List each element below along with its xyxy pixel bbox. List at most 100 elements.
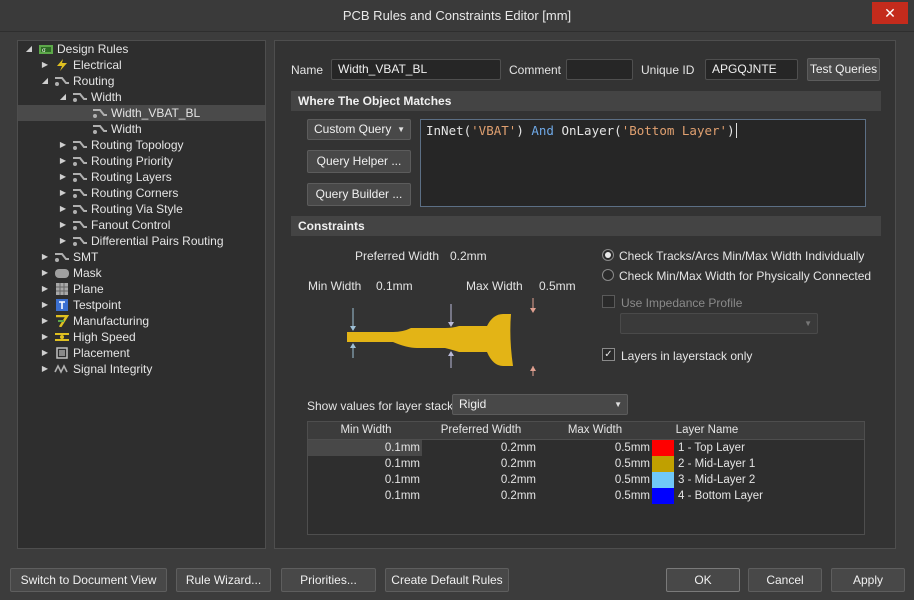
layer-width-grid[interactable]: Min Width Preferred Width Max Width Laye… bbox=[307, 421, 865, 535]
radio-check-individually[interactable] bbox=[602, 249, 614, 261]
collapsed-arrow-icon[interactable]: ▶ bbox=[58, 201, 68, 217]
column-header-layer-name[interactable]: Layer Name bbox=[652, 422, 762, 438]
comment-field[interactable] bbox=[566, 59, 633, 80]
close-button[interactable]: ✕ bbox=[872, 2, 908, 24]
collapsed-arrow-icon[interactable]: ▶ bbox=[58, 233, 68, 249]
min-width-value[interactable]: 0.1mm bbox=[376, 279, 413, 293]
collapsed-arrow-icon[interactable]: ▶ bbox=[40, 57, 50, 73]
tree-item-design-rules[interactable]: ◢ σ Design Rules bbox=[24, 41, 128, 57]
cancel-button[interactable]: Cancel bbox=[748, 568, 822, 592]
layer-color-swatch bbox=[652, 456, 674, 472]
expanded-arrow-icon[interactable]: ◢ bbox=[58, 89, 68, 105]
tree-item-width-group[interactable]: ◢ Width bbox=[58, 89, 122, 105]
preferred-width-cell[interactable]: 0.2mm bbox=[424, 440, 536, 456]
tree-item-mask[interactable]: ▶ Mask bbox=[40, 265, 102, 281]
create-default-rules-button[interactable]: Create Default Rules bbox=[385, 568, 509, 592]
max-width-value[interactable]: 0.5mm bbox=[539, 279, 576, 293]
tree-item-label: Plane bbox=[73, 282, 104, 296]
use-impedance-checkbox[interactable] bbox=[602, 295, 615, 308]
tree-item-routing-priority[interactable]: ▶ Routing Priority bbox=[58, 153, 173, 169]
tree-item-smt[interactable]: ▶ SMT bbox=[40, 249, 98, 265]
collapsed-arrow-icon[interactable]: ▶ bbox=[40, 297, 50, 313]
tree-item-testpoint[interactable]: ▶ Testpoint bbox=[40, 297, 121, 313]
radio-check-connected[interactable] bbox=[602, 269, 614, 281]
test-queries-button[interactable]: Test Queries bbox=[807, 58, 880, 81]
preferred-width-label: Preferred Width bbox=[355, 249, 440, 263]
tree-item-routing[interactable]: ◢ Routing bbox=[40, 73, 114, 89]
min-width-label: Min Width bbox=[308, 279, 362, 293]
collapsed-arrow-icon[interactable]: ▶ bbox=[58, 185, 68, 201]
priorities-button[interactable]: Priorities... bbox=[281, 568, 376, 592]
collapsed-arrow-icon[interactable]: ▶ bbox=[40, 281, 50, 297]
tree-item-electrical[interactable]: ▶ Electrical bbox=[40, 57, 122, 73]
radio-check-connected-label[interactable]: Check Min/Max Width for Physically Conne… bbox=[619, 269, 871, 283]
where-matches-header: Where The Object Matches bbox=[291, 91, 881, 111]
table-row[interactable]: 0.1mm 0.2mm 0.5mm 3 - Mid-Layer 2 bbox=[308, 472, 864, 488]
layers-only-checkbox[interactable]: ✓ bbox=[602, 348, 615, 361]
tree-item-routing-layers[interactable]: ▶ Routing Layers bbox=[58, 169, 172, 185]
tree-item-routing-corners[interactable]: ▶ Routing Corners bbox=[58, 185, 178, 201]
tree-item-signal-integrity[interactable]: ▶ Signal Integrity bbox=[40, 361, 152, 377]
collapsed-arrow-icon[interactable]: ▶ bbox=[58, 137, 68, 153]
chevron-down-icon: ▼ bbox=[397, 125, 405, 134]
min-width-cell[interactable]: 0.1mm bbox=[308, 440, 422, 456]
query-editor[interactable]: InNet('VBAT') And OnLayer('Bottom Layer'… bbox=[420, 119, 866, 207]
collapsed-arrow-icon[interactable]: ▶ bbox=[58, 169, 68, 185]
table-row[interactable]: 0.1mm 0.2mm 0.5mm 2 - Mid-Layer 1 bbox=[308, 456, 864, 472]
column-header-min-width[interactable]: Min Width bbox=[308, 422, 424, 438]
tree-item-manufacturing[interactable]: ▶ Manufacturing bbox=[40, 313, 149, 329]
max-width-cell[interactable]: 0.5mm bbox=[538, 440, 650, 456]
tree-item-routing-topology[interactable]: ▶ Routing Topology bbox=[58, 137, 184, 153]
table-row[interactable]: 0.1mm 0.2mm 0.5mm 1 - Top Layer bbox=[308, 440, 864, 456]
min-width-cell[interactable]: 0.1mm bbox=[308, 472, 422, 488]
impedance-profile-dropdown[interactable]: ▼ bbox=[620, 313, 818, 334]
collapsed-arrow-icon[interactable]: ▶ bbox=[40, 345, 50, 361]
tree-item-fanout-control[interactable]: ▶ Fanout Control bbox=[58, 217, 170, 233]
ok-button[interactable]: OK bbox=[666, 568, 740, 592]
collapsed-arrow-icon[interactable]: ▶ bbox=[40, 249, 50, 265]
collapsed-arrow-icon[interactable]: ▶ bbox=[40, 329, 50, 345]
layer-stack-dropdown[interactable]: Rigid ▼ bbox=[452, 394, 628, 415]
preferred-width-cell[interactable]: 0.2mm bbox=[424, 456, 536, 472]
query-helper-button[interactable]: Query Helper ... bbox=[307, 150, 411, 173]
tree-item-differential-pairs-routing[interactable]: ▶ Differential Pairs Routing bbox=[58, 233, 224, 249]
preferred-width-cell[interactable]: 0.2mm bbox=[424, 488, 536, 504]
tree-item-width-rule[interactable]: Width bbox=[92, 121, 142, 137]
expanded-arrow-icon[interactable]: ◢ bbox=[40, 73, 50, 89]
text-cursor bbox=[735, 123, 737, 138]
expanded-arrow-icon[interactable]: ◢ bbox=[24, 41, 34, 57]
column-header-preferred-width[interactable]: Preferred Width bbox=[424, 422, 538, 438]
radio-check-individually-label[interactable]: Check Tracks/Arcs Min/Max Width Individu… bbox=[619, 249, 864, 263]
grid-header: Min Width Preferred Width Max Width Laye… bbox=[308, 422, 864, 440]
table-row[interactable]: 0.1mm 0.2mm 0.5mm 4 - Bottom Layer bbox=[308, 488, 864, 504]
column-header-max-width[interactable]: Max Width bbox=[538, 422, 652, 438]
layers-only-label[interactable]: Layers in layerstack only bbox=[621, 349, 752, 363]
query-builder-button[interactable]: Query Builder ... bbox=[307, 183, 411, 206]
switch-to-document-view-button[interactable]: Switch to Document View bbox=[10, 568, 167, 592]
tree-item-routing-via-style[interactable]: ▶ Routing Via Style bbox=[58, 201, 183, 217]
apply-button[interactable]: Apply bbox=[831, 568, 905, 592]
tree-item-high-speed[interactable]: ▶ High Speed bbox=[40, 329, 136, 345]
rules-tree[interactable]: ◢ σ Design Rules ▶ Electrical ◢ Routing … bbox=[17, 40, 266, 549]
name-field[interactable]: Width_VBAT_BL bbox=[331, 59, 501, 80]
rule-wizard-button[interactable]: Rule Wizard... bbox=[176, 568, 271, 592]
max-width-cell[interactable]: 0.5mm bbox=[538, 472, 650, 488]
collapsed-arrow-icon[interactable]: ▶ bbox=[40, 313, 50, 329]
unique-id-field[interactable]: APGQJNTE bbox=[705, 59, 798, 80]
collapsed-arrow-icon[interactable]: ▶ bbox=[58, 153, 68, 169]
collapsed-arrow-icon[interactable]: ▶ bbox=[40, 361, 50, 377]
preferred-width-value[interactable]: 0.2mm bbox=[450, 249, 487, 263]
query-type-dropdown[interactable]: Custom Query ▼ bbox=[307, 119, 411, 140]
testpoint-icon bbox=[54, 299, 70, 311]
max-width-cell[interactable]: 0.5mm bbox=[538, 456, 650, 472]
collapsed-arrow-icon[interactable]: ▶ bbox=[40, 265, 50, 281]
min-width-cell[interactable]: 0.1mm bbox=[308, 456, 422, 472]
tree-item-plane[interactable]: ▶ Plane bbox=[40, 281, 104, 297]
tree-item-placement[interactable]: ▶ Placement bbox=[40, 345, 130, 361]
preferred-width-cell[interactable]: 0.2mm bbox=[424, 472, 536, 488]
tree-item-width-vbat-bl[interactable]: Width_VBAT_BL bbox=[18, 105, 265, 121]
max-width-cell[interactable]: 0.5mm bbox=[538, 488, 650, 504]
min-width-cell[interactable]: 0.1mm bbox=[308, 488, 422, 504]
collapsed-arrow-icon[interactable]: ▶ bbox=[58, 217, 68, 233]
routing-icon bbox=[72, 139, 88, 151]
